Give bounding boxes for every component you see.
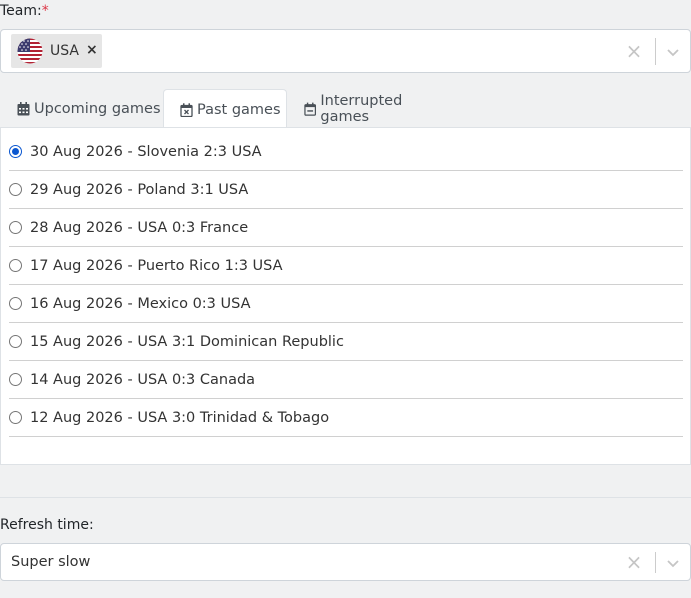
game-radio[interactable] [9, 297, 22, 310]
tab-upcoming-games[interactable]: Upcoming games [17, 89, 162, 128]
game-radio[interactable] [9, 259, 22, 272]
game-row[interactable]: 28 Aug 2026 - USA 0:3 France [9, 209, 683, 247]
game-row[interactable]: 12 Aug 2026 - USA 3:0 Trinidad & Tobago [9, 399, 683, 437]
team-select[interactable]: USA × × [0, 29, 691, 73]
game-radio[interactable] [9, 335, 22, 348]
team-chip-remove-button[interactable]: × [86, 42, 98, 58]
game-label: 15 Aug 2026 - USA 3:1 Dominican Republic [30, 333, 344, 350]
team-chevron-down-icon[interactable] [666, 45, 680, 59]
section-divider [0, 497, 691, 498]
tab-past-games-label: Past games [197, 101, 281, 118]
game-label: 30 Aug 2026 - Slovenia 2:3 USA [30, 143, 262, 160]
tab-interrupted-games-label: Interrupted games [320, 92, 403, 125]
team-clear-icon[interactable]: × [625, 41, 643, 61]
team-label: Team:* [0, 3, 49, 19]
refresh-select-separator [655, 552, 656, 573]
game-label: 17 Aug 2026 - Puerto Rico 1:3 USA [30, 257, 283, 274]
game-label: 29 Aug 2026 - Poland 3:1 USA [30, 181, 249, 198]
game-radio[interactable] [9, 183, 22, 196]
game-radio[interactable] [9, 373, 22, 386]
tab-interrupted-games[interactable]: Interrupted games [304, 89, 449, 128]
team-chip-label: USA [50, 43, 79, 59]
us-flag-icon [17, 38, 43, 64]
game-row[interactable]: 30 Aug 2026 - Slovenia 2:3 USA [9, 133, 683, 171]
refresh-time-select[interactable]: Super slow × [0, 543, 691, 581]
required-mark: * [41, 3, 49, 19]
game-label: 16 Aug 2026 - Mexico 0:3 USA [30, 295, 251, 312]
game-row[interactable]: 14 Aug 2026 - USA 0:3 Canada [9, 361, 683, 399]
team-chip-usa: USA × [11, 34, 102, 68]
game-row[interactable]: 17 Aug 2026 - Puerto Rico 1:3 USA [9, 247, 683, 285]
team-label-text: Team: [0, 3, 42, 19]
calendar-minus-icon [304, 102, 317, 116]
team-select-separator [655, 38, 656, 65]
tab-upcoming-games-label: Upcoming games [34, 100, 161, 117]
game-row[interactable]: 15 Aug 2026 - USA 3:1 Dominican Republic [9, 323, 683, 361]
refresh-chevron-down-icon[interactable] [666, 556, 680, 570]
tab-past-games[interactable]: Past games [163, 89, 287, 129]
game-label: 12 Aug 2026 - USA 3:0 Trinidad & Tobago [30, 409, 330, 426]
game-radio[interactable] [9, 221, 22, 234]
refresh-time-value: Super slow [11, 554, 91, 570]
refresh-clear-icon[interactable]: × [625, 552, 643, 572]
game-radio[interactable] [9, 145, 22, 158]
calendar-x-icon [180, 102, 193, 117]
game-radio[interactable] [9, 411, 22, 424]
calendar-icon [17, 101, 30, 115]
game-label: 28 Aug 2026 - USA 0:3 France [30, 219, 249, 236]
past-games-panel: 30 Aug 2026 - Slovenia 2:3 USA 29 Aug 20… [0, 127, 691, 465]
refresh-time-label: Refresh time: [0, 517, 94, 533]
game-row[interactable]: 29 Aug 2026 - Poland 3:1 USA [9, 171, 683, 209]
game-label: 14 Aug 2026 - USA 0:3 Canada [30, 371, 256, 388]
game-row[interactable]: 16 Aug 2026 - Mexico 0:3 USA [9, 285, 683, 323]
